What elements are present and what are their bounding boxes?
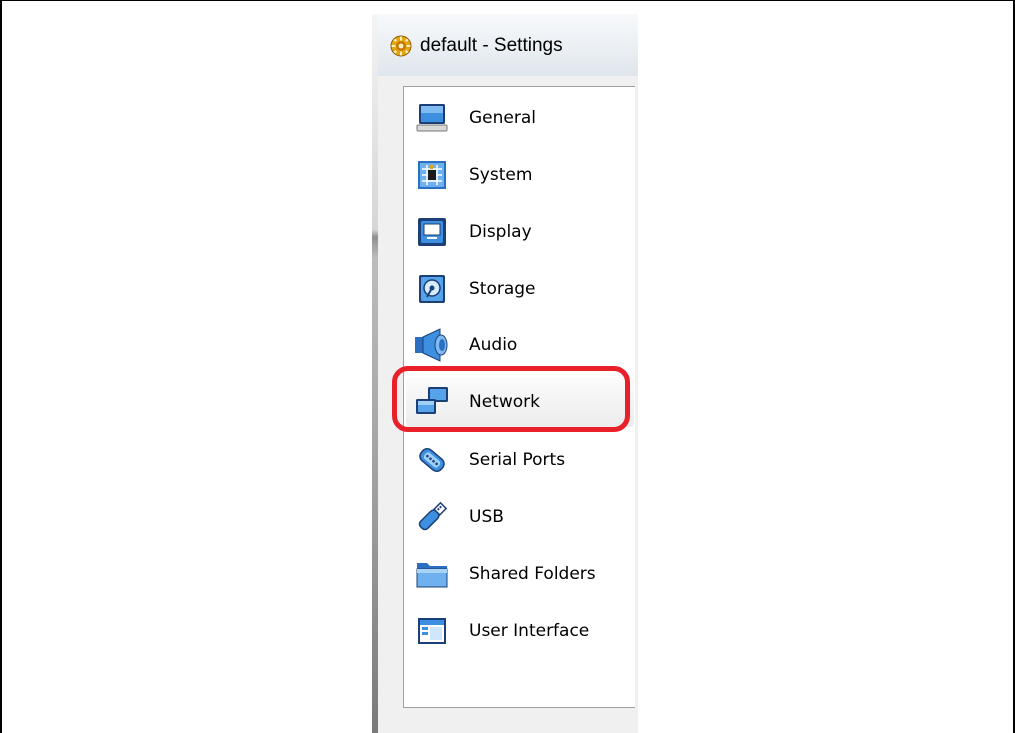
sidebar-item-storage[interactable]: Storage (406, 264, 634, 314)
folder-icon (414, 556, 450, 592)
sidebar-item-label: General (469, 108, 536, 128)
disk-icon (414, 271, 450, 307)
monitor-icon (414, 100, 450, 136)
sidebar-item-general[interactable]: General (406, 93, 634, 143)
gear-icon (390, 35, 412, 57)
sidebar-item-system[interactable]: System (406, 150, 634, 200)
sidebar-item-label: User Interface (469, 621, 590, 641)
sidebar-item-label: USB (469, 507, 504, 527)
sidebar-item-usb[interactable]: USB (406, 492, 634, 542)
sidebar-item-network[interactable]: Network (406, 377, 634, 427)
settings-body: General System Display Storage Audio Net… (378, 76, 638, 733)
settings-window: default - Settings General System Displa… (372, 14, 638, 733)
display-icon (414, 214, 450, 250)
serial-port-icon (414, 442, 450, 478)
sidebar-item-label: Audio (469, 335, 518, 355)
sidebar-item-label: System (469, 165, 533, 185)
usb-icon (414, 499, 450, 535)
settings-category-list[interactable]: General System Display Storage Audio Net… (403, 86, 635, 708)
title-bar[interactable]: default - Settings (378, 14, 638, 76)
window-title: default - Settings (420, 35, 563, 56)
sidebar-item-audio[interactable]: Audio (406, 320, 634, 370)
sidebar-item-label: Serial Ports (469, 450, 566, 470)
chip-icon (414, 157, 450, 193)
speaker-icon (414, 327, 450, 363)
sidebar-item-label: Network (469, 392, 540, 412)
sidebar-item-label: Storage (469, 279, 536, 299)
sidebar-item-user-interface[interactable]: User Interface (406, 606, 634, 656)
sidebar-item-display[interactable]: Display (406, 207, 634, 257)
sidebar-item-label: Shared Folders (469, 564, 596, 584)
window-icon (414, 613, 450, 649)
sidebar-item-label: Display (469, 222, 532, 242)
sidebar-item-shared-folders[interactable]: Shared Folders (406, 549, 634, 599)
sidebar-item-serial-ports[interactable]: Serial Ports (406, 435, 634, 485)
network-icon (414, 384, 450, 420)
